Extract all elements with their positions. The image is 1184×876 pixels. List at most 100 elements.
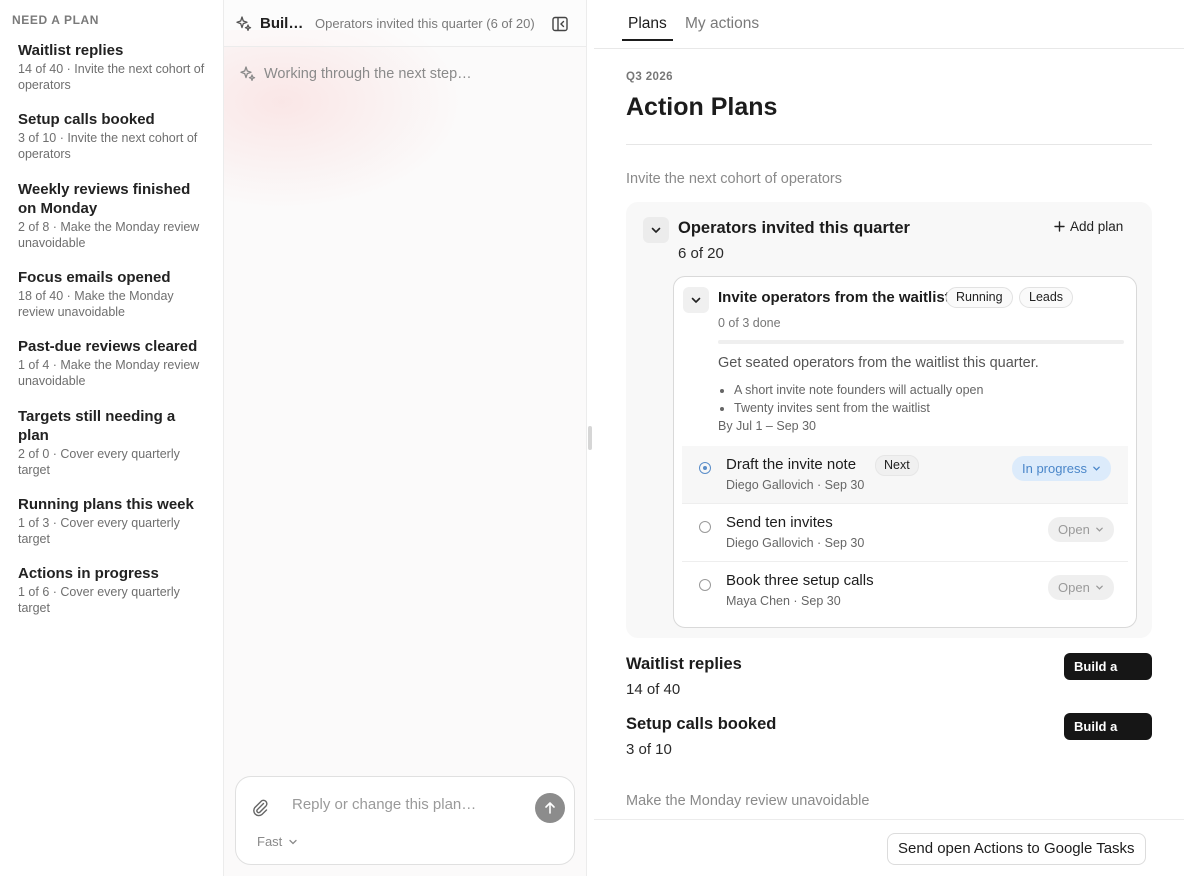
chat-header: Building Operators invited this quarter … — [224, 0, 586, 47]
sidebar-item-title: Past-due reviews cleared — [18, 338, 198, 355]
send-button[interactable] — [535, 793, 565, 823]
task-meta: Diego Gallovich · Sep 30 — [726, 478, 865, 492]
task-status-circle[interactable] — [699, 462, 711, 474]
chevron-down-icon — [651, 227, 661, 233]
task-row[interactable]: Draft the invite note Next Diego Gallovi… — [682, 446, 1128, 503]
target-count: 14 of 40 — [626, 681, 681, 698]
plus-icon — [1054, 221, 1065, 232]
chat-context-target: Operators invited this quarter (6 of 20) — [315, 16, 535, 31]
sidebar-item-subtitle: 3 of 10 · Invite the next cohort of oper… — [18, 131, 198, 161]
add-plan-button[interactable]: Add plan — [1054, 219, 1123, 234]
quarter-label: Q3 2026 — [626, 71, 673, 83]
sidebar-item-waitlist-replies[interactable]: Waitlist replies 14 of 40 · Invite the n… — [18, 41, 210, 93]
sidebar-item-subtitle: 2 of 8 · Make the Monday review unavoida… — [18, 220, 200, 250]
plan-owner-badge: Leads — [1019, 287, 1074, 308]
task-status-label: Open — [1058, 522, 1090, 537]
task-status-dropdown[interactable]: In progress — [1012, 456, 1112, 481]
tab-bar: Plans My actions — [594, 0, 1184, 49]
sidebar-item-subtitle: 1 of 6 · Cover every quarterly target — [18, 585, 180, 615]
build-plan-button[interactable]: Build a plan — [1064, 713, 1152, 761]
sidebar-item-title: Weekly reviews finished on Monday — [18, 181, 191, 217]
collapse-plan-button[interactable] — [683, 287, 709, 313]
collapse-panel-icon[interactable] — [551, 15, 569, 33]
sidebar-item-title: Running plans this week — [18, 496, 194, 513]
sidebar-item-running-plans[interactable]: Running plans this week 1 of 3 · Cover e… — [18, 495, 210, 547]
target-title: Setup calls booked — [626, 715, 777, 733]
sidebar-item-focus-emails[interactable]: Focus emails opened 18 of 40 · Make the … — [18, 268, 210, 320]
plan-dates: By Jul 1 – Sep 30 — [718, 419, 816, 433]
sidebar-item-subtitle: 2 of 0 · Cover every quarterly target — [18, 447, 180, 477]
sidebar-item-targets-needing-plan[interactable]: Targets still needing a plan 2 of 0 · Co… — [18, 407, 210, 478]
model-select-value: Fast — [257, 834, 283, 849]
needs-plan-sidebar: NEED A PLAN Waitlist replies 14 of 40 · … — [0, 0, 224, 876]
task-name: Book three setup calls — [726, 572, 874, 589]
task-name: Send ten invites — [726, 514, 833, 531]
task-meta: Maya Chen · Sep 30 — [726, 594, 841, 608]
sidebar-item-title: Focus emails opened — [18, 269, 171, 286]
plan-status-badge: Running — [946, 287, 1013, 308]
assistant-status-text: Working through the next step… — [264, 66, 472, 82]
build-plan-button[interactable]: Build a plan — [1064, 653, 1152, 701]
sidebar-item-subtitle: 1 of 4 · Make the Monday review unavoida… — [18, 358, 200, 388]
page-title: Action Plans — [626, 93, 778, 121]
target-card: Operators invited this quarter 6 of 20 A… — [626, 202, 1152, 638]
sidebar-item-title: Waitlist replies — [18, 42, 124, 59]
sidebar-item-setup-calls[interactable]: Setup calls booked 3 of 10 · Invite the … — [18, 110, 210, 162]
plan-title: Invite operators from the waitlist — [718, 289, 950, 306]
model-select[interactable]: Fast — [257, 834, 298, 849]
plan-builder-chat: Building Operators invited this quarter … — [224, 0, 594, 876]
sparkle-icon — [240, 66, 256, 81]
chevron-down-icon — [1093, 466, 1100, 471]
active-tab-indicator — [622, 39, 673, 41]
sidebar-item-title: Actions in progress — [18, 565, 159, 582]
plan-card: Invite operators from the waitlist Runni… — [673, 276, 1137, 628]
target-count: 6 of 20 — [678, 245, 724, 262]
plan-deliverable: Twenty invites sent from the waitlist — [734, 399, 983, 417]
task-row[interactable]: Book three setup calls Maya Chen · Sep 3… — [682, 561, 1128, 618]
chevron-down-icon — [691, 297, 701, 303]
target-row-setup-calls: Setup calls booked 3 of 10 Build a plan — [626, 713, 1152, 765]
task-status-circle[interactable] — [699, 521, 711, 533]
chat-background-glow — [224, 30, 464, 210]
sidebar-item-subtitle: 14 of 40 · Invite the next cohort of ope… — [18, 62, 205, 92]
plan-goal: Get seated operators from the waitlist t… — [718, 355, 1039, 371]
paperclip-icon[interactable] — [250, 797, 270, 817]
chevron-down-icon — [1095, 527, 1103, 532]
plan-progress-text: 0 of 3 done — [718, 316, 781, 330]
objective-heading: Make the Monday review unavoidable — [626, 793, 870, 809]
chevron-down-icon — [289, 839, 297, 844]
sidebar-item-title: Targets still needing a plan — [18, 408, 176, 444]
sidebar-item-subtitle: 1 of 3 · Cover every quarterly target — [18, 516, 180, 546]
task-status-circle[interactable] — [699, 579, 711, 591]
footer-bar: Send open Actions to Google Tasks — [594, 819, 1184, 876]
chat-title: Building — [260, 15, 304, 32]
add-plan-label: Add plan — [1070, 219, 1124, 234]
sidebar-item-weekly-reviews[interactable]: Weekly reviews finished on Monday 2 of 8… — [18, 180, 210, 251]
tab-plans[interactable]: Plans — [628, 15, 667, 33]
task-name: Draft the invite note — [726, 456, 857, 473]
plan-deliverables: A short invite note founders will actual… — [734, 381, 983, 417]
divider — [626, 144, 1152, 145]
reply-input[interactable] — [292, 793, 522, 815]
task-status-dropdown[interactable]: Open — [1048, 575, 1114, 600]
collapse-target-button[interactable] — [643, 217, 669, 243]
target-title: Waitlist replies — [626, 655, 742, 673]
sidebar-item-actions-in-progress[interactable]: Actions in progress 1 of 6 · Cover every… — [18, 564, 210, 616]
target-count: 3 of 10 — [626, 741, 672, 758]
plan-progress-bar — [718, 340, 1124, 344]
chat-composer: Fast — [235, 776, 575, 865]
sidebar-item-subtitle: 18 of 40 · Make the Monday review unavoi… — [18, 289, 174, 319]
task-status-dropdown[interactable]: Open — [1048, 517, 1114, 542]
chevron-down-icon — [1095, 585, 1103, 590]
objective-heading: Invite the next cohort of operators — [626, 171, 843, 187]
task-status-label: Open — [1058, 580, 1090, 595]
target-title: Operators invited this quarter — [678, 219, 910, 237]
export-google-tasks-button[interactable]: Send open Actions to Google Tasks — [887, 833, 1146, 865]
task-status-label: In progress — [1022, 461, 1088, 476]
pane-resize-handle[interactable] — [588, 426, 592, 450]
sidebar-item-past-due-reviews[interactable]: Past-due reviews cleared 1 of 4 · Make t… — [18, 337, 210, 389]
sidebar-heading: NEED A PLAN — [12, 13, 100, 27]
task-row[interactable]: Send ten invites Diego Gallovich · Sep 3… — [682, 503, 1128, 560]
tab-my-actions[interactable]: My actions — [685, 15, 759, 33]
sidebar-item-title: Setup calls booked — [18, 111, 155, 128]
